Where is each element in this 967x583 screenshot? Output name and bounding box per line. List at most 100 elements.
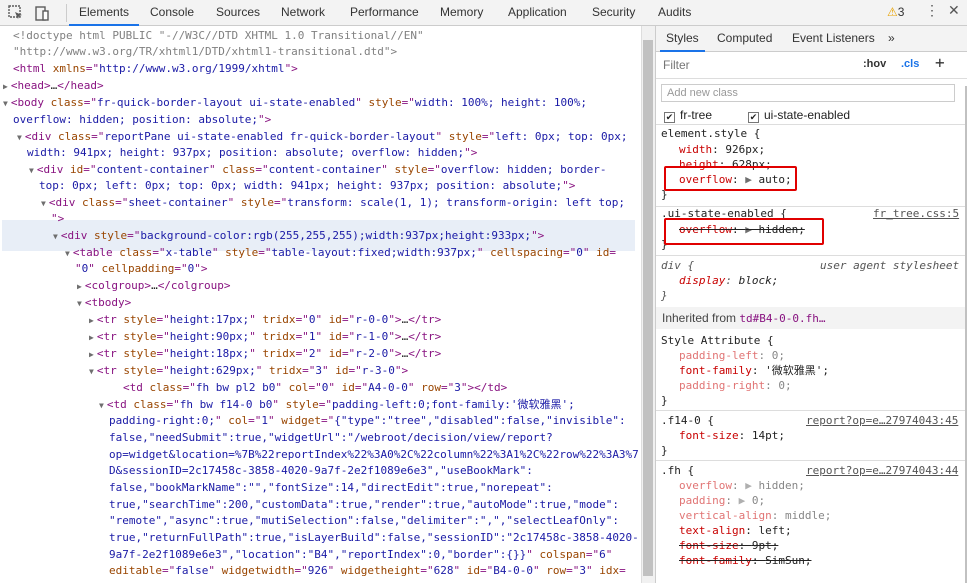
collapse-arrow-icon[interactable]: ▼ [29, 166, 34, 175]
class-checkbox-ui-state-enabled[interactable]: ✔ ui-state-enabled [748, 108, 850, 123]
dom-token: " [267, 414, 282, 427]
collapse-arrow-icon[interactable]: ▼ [53, 232, 58, 241]
hover-state-toggle[interactable]: :hov [863, 58, 886, 70]
dom-node-line[interactable]: width: 941px; height: 937px; position: a… [27, 145, 640, 162]
tab-computed[interactable]: Computed [717, 26, 772, 52]
dom-token: =" [341, 347, 356, 360]
css-declaration[interactable]: text-align: left; [679, 523, 792, 538]
styles-filter-input[interactable] [660, 56, 856, 74]
expand-icon[interactable]: ▶ [745, 479, 758, 492]
dom-node-line[interactable]: ▶ <tr style="height:17px;" tridx="0" id="… [89, 312, 640, 330]
dom-node-line[interactable]: ▼ <tbody> [77, 295, 640, 313]
expand-arrow-icon[interactable]: ▶ [89, 350, 94, 359]
dom-node-line[interactable]: ▶ <head>…</head> [3, 78, 640, 96]
dom-token: " [88, 262, 102, 275]
dom-node-line[interactable]: ▼ <div style="background-color:rgb(255,25… [53, 228, 640, 246]
css-declaration[interactable]: width: 926px; [679, 142, 765, 157]
dom-node-line[interactable]: padding-right:0;" col="1" widget="{"type… [109, 413, 640, 430]
tab-event-listeners[interactable]: Event Listeners [792, 26, 875, 52]
elements-dom-tree[interactable]: <!doctype html PUBLIC "-//W3C//DTD XHTML… [0, 26, 640, 583]
dom-node-line[interactable]: ▼ <body class="fr-quick-border-layout ui-… [3, 95, 640, 113]
add-class-input[interactable]: Add new class [661, 84, 955, 102]
expand-arrow-icon[interactable]: ▶ [89, 316, 94, 325]
dom-token: id [596, 246, 610, 259]
tab-network[interactable]: Network [281, 0, 325, 26]
dom-node-line[interactable]: ▼ <tr style="height:629px;" tridx="3" id=… [89, 363, 640, 381]
dom-node-line[interactable]: true,"searchTime":200,"customData":true,… [109, 497, 640, 514]
new-rule-button[interactable]: + [935, 53, 945, 72]
dom-node-line[interactable]: ▶ <tr style="height:18px;" tridx="2" id="… [89, 346, 640, 364]
css-declaration-overridden[interactable]: font-size: 9pt; [679, 538, 778, 553]
dom-node-line[interactable]: overflow: hidden; position: absolute;"> [13, 112, 640, 129]
dom-token: " [327, 564, 341, 577]
more-options-icon[interactable]: ⋮ [925, 3, 939, 17]
dom-scrollbar-thumb[interactable] [643, 40, 653, 576]
css-declaration-inactive[interactable]: padding: ▶ 0; [679, 493, 765, 508]
collapse-arrow-icon[interactable]: ▼ [65, 249, 70, 258]
collapse-arrow-icon[interactable]: ▼ [99, 401, 104, 410]
tab-application[interactable]: Application [508, 0, 567, 26]
dom-node-line[interactable]: top: 0px; left: 0px; top: 0px; width: 94… [39, 178, 640, 195]
dom-node-line[interactable]: false,"needSubmit":true,"widgetUrl":"/we… [109, 430, 640, 447]
tab-styles[interactable]: Styles [660, 26, 705, 52]
dom-node-line[interactable]: "> [51, 211, 640, 228]
dom-node-line[interactable]: <td class="fh bw pl2 b0" col="0" id="A4-… [123, 380, 640, 397]
dom-token: class [81, 196, 116, 209]
inspect-element-icon[interactable] [7, 4, 25, 22]
dom-node-line[interactable]: true,"returnFullPath":true,"isLayerBuild… [109, 530, 640, 547]
dom-token: overflow: hidden; border- [440, 163, 607, 176]
collapse-arrow-icon[interactable]: ▼ [17, 133, 22, 142]
css-declaration-inactive[interactable]: overflow: ▶ hidden; [679, 478, 805, 493]
close-icon[interactable]: ✕ [948, 2, 960, 19]
css-declaration-inactive[interactable]: padding-right: 0; [679, 378, 792, 393]
expand-arrow-icon[interactable]: ▶ [77, 282, 82, 291]
dom-node-line[interactable]: ▶ <colgroup>…</colgroup> [77, 278, 640, 296]
dom-node-line[interactable]: <!doctype html PUBLIC "-//W3C//DTD XHTML… [13, 28, 640, 45]
expand-arrow-icon[interactable]: ▶ [89, 333, 94, 342]
rule-source-link[interactable]: report?op=e…27974043:44 [806, 463, 958, 478]
warning-counter[interactable]: ⚠3 [887, 5, 904, 19]
class-checkbox-fr-tree[interactable]: ✔ fr-tree [664, 108, 712, 123]
dom-token: <div [36, 163, 70, 176]
dom-token: r-0-0 [355, 313, 389, 326]
css-declaration-overridden[interactable]: font-family: SimSun; [679, 553, 811, 568]
dom-node-line[interactable]: <html xmlns="http://www.w3.org/1999/xhtm… [13, 61, 640, 78]
dom-token: =" [295, 330, 309, 343]
dom-node-line[interactable]: op=widget&location=%7B%22reportIndex%22%… [109, 447, 640, 464]
checkbox-checked-icon: ✔ [748, 112, 759, 123]
dom-node-line[interactable]: D&sessionID=2c17458c-3858-4020-9a7f-2e2f… [109, 463, 640, 480]
class-toggle[interactable]: .cls [901, 58, 919, 70]
dom-node-line[interactable]: false,"bookMarkName":"","fontSize":14,"d… [109, 480, 640, 497]
tab-sources[interactable]: Sources [216, 0, 260, 26]
dom-token: content-container [268, 163, 382, 176]
tab-performance[interactable]: Performance [350, 0, 419, 26]
tab-audits[interactable]: Audits [658, 0, 691, 26]
css-declaration[interactable]: font-size: 14pt; [679, 428, 785, 443]
more-tabs-icon[interactable]: » [888, 26, 895, 52]
expand-arrow-icon[interactable]: ▶ [3, 82, 8, 91]
inherited-node-link[interactable]: td#B4-0-0.fh… [739, 312, 825, 325]
rule-selector-div: div { [661, 259, 695, 272]
collapse-arrow-icon[interactable]: ▼ [77, 299, 82, 308]
dom-node-line[interactable]: ▶ <tr style="height:90px;" tridx="1" id="… [89, 329, 640, 347]
rule-source-link[interactable]: report?op=e…27974043:45 [806, 413, 958, 428]
collapse-arrow-icon[interactable]: ▼ [3, 99, 8, 108]
dom-token: <tr [96, 330, 124, 343]
expand-icon[interactable]: ▶ [739, 494, 752, 507]
tab-console[interactable]: Console [150, 0, 194, 26]
dom-node-line[interactable]: "http://www.w3.org/TR/xhtml1/DTD/xhtml1-… [13, 44, 640, 61]
collapse-arrow-icon[interactable]: ▼ [41, 199, 46, 208]
tab-elements[interactable]: Elements [69, 0, 140, 26]
collapse-arrow-icon[interactable]: ▼ [89, 367, 94, 376]
tab-security[interactable]: Security [592, 0, 635, 26]
dom-node-line[interactable]: "0" cellpadding="0"> [75, 261, 640, 278]
css-declaration-inactive[interactable]: vertical-align: middle; [679, 508, 831, 523]
device-toolbar-icon[interactable] [33, 4, 51, 22]
css-declaration-inactive[interactable]: padding-left: 0; [679, 348, 785, 363]
css-declaration[interactable]: font-family: '微软雅黑'; [679, 363, 829, 378]
dom-node-line[interactable]: editable="false" widgetwidth="926" widge… [109, 563, 640, 580]
tab-memory[interactable]: Memory [440, 0, 483, 26]
dom-node-line[interactable]: 9a7f-2e2f1089e6e3","location":"B4","repo… [109, 547, 640, 564]
rule-source-link[interactable]: fr_tree.css:5 [873, 206, 959, 221]
dom-node-line[interactable]: "remote","async":true,"mutiSelection":fa… [109, 513, 640, 530]
